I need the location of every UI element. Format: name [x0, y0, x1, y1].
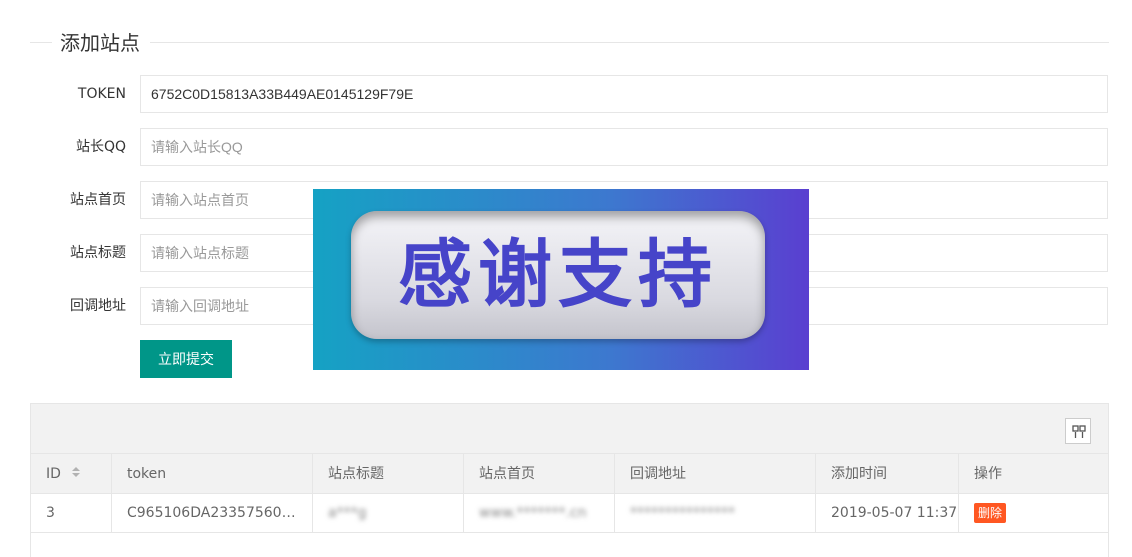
callback-label: 回调地址: [70, 298, 126, 314]
qq-label: 站长QQ: [75, 139, 126, 155]
header-id[interactable]: ID: [31, 454, 112, 493]
cell-time: 2019-05-07 11:37:54: [816, 494, 959, 532]
cell-token: C965106DA233575601A...: [112, 494, 313, 532]
cell-id: 3: [31, 494, 112, 532]
cell-action: 删除: [959, 494, 1108, 532]
table-row: 3 C965106DA233575601A... a***g www.*****…: [31, 494, 1108, 533]
header-home: 站点首页: [464, 454, 615, 493]
cell-title-value: a***g: [328, 505, 367, 521]
header-id-label: ID: [46, 466, 61, 482]
sites-table: ID token 站点标题 站点首页 回调地址 添加时间 操作 3 C96510…: [30, 403, 1109, 557]
cell-home: www.*******.cn: [464, 494, 615, 532]
thanks-banner: 感谢支持: [313, 189, 809, 370]
token-label: TOKEN: [77, 86, 126, 102]
legend-line-left: [30, 42, 52, 43]
form-row-qq: 站长QQ: [0, 128, 1132, 166]
header-action: 操作: [974, 466, 1002, 482]
columns-icon: [1072, 425, 1086, 438]
table-header: ID token 站点标题 站点首页 回调地址 添加时间 操作: [31, 454, 1108, 494]
title-label: 站点标题: [70, 245, 126, 261]
table-toolbar: [31, 404, 1108, 454]
cell-home-value: www.*******.cn: [479, 505, 587, 521]
header-token: token: [112, 454, 313, 493]
banner-text: 感谢支持: [398, 232, 718, 318]
cell-callback-value: ***************: [630, 505, 735, 521]
header-time: 添加时间: [816, 454, 959, 493]
home-label: 站点首页: [70, 192, 126, 208]
legend-line-right: [150, 42, 1109, 43]
submit-button[interactable]: 立即提交: [140, 340, 232, 378]
form-legend-title: 添加站点: [60, 31, 140, 55]
qq-input[interactable]: [140, 128, 1108, 166]
delete-button[interactable]: 删除: [974, 503, 1007, 523]
cell-title: a***g: [313, 494, 464, 532]
header-callback: 回调地址: [615, 454, 816, 493]
token-input[interactable]: [140, 75, 1108, 113]
columns-button[interactable]: [1065, 418, 1091, 444]
cell-callback: ***************: [615, 494, 816, 532]
sort-icon[interactable]: [71, 454, 81, 493]
form-row-token: TOKEN: [0, 75, 1132, 113]
header-title: 站点标题: [313, 454, 464, 493]
